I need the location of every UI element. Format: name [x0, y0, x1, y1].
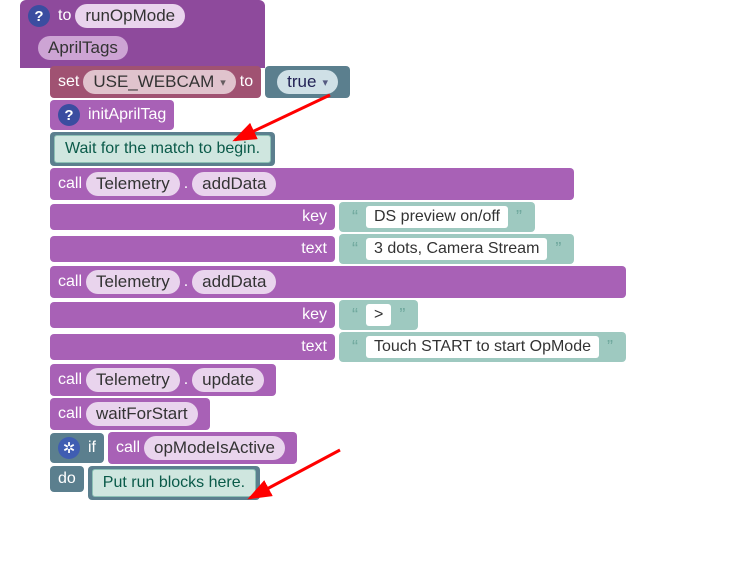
variable-dropdown[interactable]: USE_WEBCAM — [83, 70, 235, 94]
if-label: if — [88, 439, 96, 457]
do-label: do — [58, 470, 76, 488]
telemetry-obj: Telemetry — [86, 368, 180, 392]
quote-icon: ” — [555, 239, 561, 260]
telemetry-obj: Telemetry — [86, 172, 180, 196]
opmodeisactive-method: opModeIsActive — [144, 436, 285, 460]
gear-icon[interactable]: ✲ — [58, 437, 80, 459]
dot: . — [184, 175, 188, 193]
telemetry-adddata-block-1[interactable]: call Telemetry . addData key “ DS previe… — [50, 168, 574, 264]
waitforstart-method: waitForStart — [86, 402, 198, 426]
comment-block[interactable]: Wait for the match to begin. — [50, 132, 275, 166]
comment-text: Wait for the match to begin. — [54, 135, 271, 163]
quote-icon: ” — [516, 207, 522, 228]
condition-block[interactable]: call opModeIsActive — [108, 432, 297, 464]
string-block[interactable]: “ 3 dots, Camera Stream ” — [339, 234, 574, 264]
string-value[interactable]: 3 dots, Camera Stream — [366, 238, 547, 260]
telemetry-update-block[interactable]: call Telemetry . update — [50, 364, 276, 396]
boolean-value-block[interactable]: true — [265, 66, 350, 98]
adddata-method: addData — [192, 270, 276, 294]
comment-block[interactable]: Put run blocks here. — [88, 466, 260, 500]
call-label: call — [58, 371, 82, 389]
string-value[interactable]: Touch START to start OpMode — [366, 336, 599, 358]
if-block[interactable]: ✲ if call opModeIsActive do Put run bloc… — [50, 432, 297, 500]
initapriltag-label: initAprilTag — [88, 106, 166, 124]
quote-icon: “ — [352, 337, 358, 358]
function-name[interactable]: runOpMode — [75, 4, 185, 28]
dot: . — [184, 273, 188, 291]
tag-label: AprilTags — [38, 36, 128, 60]
string-value[interactable]: > — [366, 304, 391, 326]
string-block[interactable]: “ > ” — [339, 300, 418, 330]
key-label: key — [302, 208, 327, 226]
waitforstart-block[interactable]: call waitForStart — [50, 398, 210, 430]
call-label: call — [116, 439, 140, 457]
telemetry-obj: Telemetry — [86, 270, 180, 294]
key-label: key — [302, 306, 327, 324]
update-method: update — [192, 368, 264, 392]
adddata-method: addData — [192, 172, 276, 196]
dot: . — [184, 371, 188, 389]
quote-icon: “ — [352, 239, 358, 260]
string-block[interactable]: “ Touch START to start OpMode ” — [339, 332, 626, 362]
call-label: call — [58, 175, 82, 193]
runopmode-function-block[interactable]: ? to runOpMode AprilTags — [20, 0, 265, 68]
help-icon[interactable]: ? — [28, 5, 50, 27]
initapriltag-call-block[interactable]: ? initAprilTag — [50, 100, 174, 130]
text-label: text — [301, 338, 327, 356]
to-label2: to — [240, 73, 253, 91]
call-label: call — [58, 273, 82, 291]
comment-text: Put run blocks here. — [92, 469, 256, 497]
to-label: to — [58, 7, 71, 25]
boolean-dropdown[interactable]: true — [277, 70, 338, 94]
telemetry-adddata-block-2[interactable]: call Telemetry . addData key “ > ” text — [50, 266, 626, 362]
quote-icon: ” — [607, 337, 613, 358]
text-label: text — [301, 240, 327, 258]
string-block[interactable]: “ DS preview on/off ” — [339, 202, 535, 232]
quote-icon: “ — [352, 207, 358, 228]
quote-icon: ” — [399, 305, 405, 326]
quote-icon: “ — [352, 305, 358, 326]
call-label: call — [58, 405, 82, 423]
string-value[interactable]: DS preview on/off — [366, 206, 508, 228]
help-icon[interactable]: ? — [58, 104, 80, 126]
set-variable-block[interactable]: set USE_WEBCAM to true — [50, 66, 350, 98]
set-label: set — [58, 73, 79, 91]
